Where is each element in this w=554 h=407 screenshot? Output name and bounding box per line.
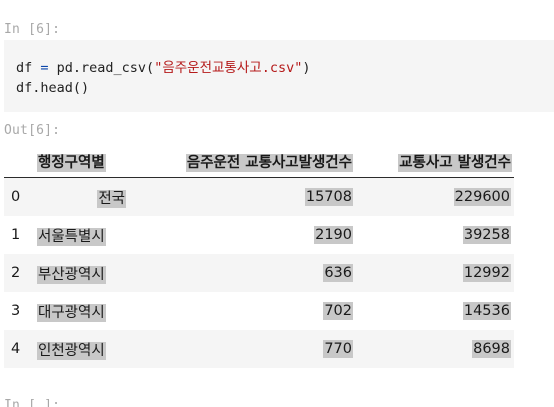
row-index: 1 — [11, 227, 21, 243]
row-index: 4 — [4, 330, 34, 368]
table-row: 1 서울특별시 2190 39258 — [4, 216, 514, 254]
header-drunk-accidents: 음주운전 교통사고발생건수 — [129, 145, 355, 178]
row-index: 2 — [4, 254, 34, 292]
table-header-row: 행정구역별 음주운전 교통사고발생건수 교통사고 발생건수 — [4, 145, 514, 178]
row-drunk-count: 770 — [129, 330, 355, 368]
header-drunk-label: 음주운전 교통사고발생건수 — [185, 153, 353, 172]
row-region: 대구광역시 — [37, 303, 106, 322]
output-prompt: Out[6]: — [4, 123, 61, 138]
header-total-accidents: 교통사고 발생건수 — [355, 145, 514, 178]
table-row: 2 부산광역시 636 12992 — [4, 254, 514, 292]
table-row: 3 대구광역시 702 14536 — [4, 292, 514, 330]
row-drunk-count: 15708 — [129, 177, 355, 216]
code-line-2: df.head() — [16, 80, 90, 96]
row-region: 서울특별시 — [37, 227, 106, 246]
table-row: 0 전국 15708 229600 — [4, 177, 514, 216]
code-call: pd.read_csv( — [56, 60, 155, 76]
header-index — [4, 145, 34, 178]
row-total-count: 8698 — [355, 330, 514, 368]
table-row: 4 인천광역시 770 8698 — [4, 330, 514, 368]
code-variable: df — [16, 60, 33, 76]
code-close-paren: ) — [302, 60, 311, 76]
header-region: 행정구역별 — [34, 145, 129, 178]
row-drunk-count: 636 — [129, 254, 355, 292]
input-prompt: In [6]: — [4, 22, 61, 37]
row-total-count: 14536 — [462, 302, 511, 320]
header-region-label: 행정구역별 — [37, 153, 106, 172]
code-line-1: df = pd.read_csv("음주운전교통사고.csv") — [16, 58, 554, 78]
row-drunk-count: 2190 — [314, 226, 353, 244]
row-drunk-count: 702 — [323, 302, 353, 320]
row-index: 3 — [11, 303, 21, 319]
row-total-count: 229600 — [355, 177, 514, 216]
row-index: 0 — [4, 177, 34, 216]
row-region: 부산광역시 — [34, 254, 129, 292]
row-total-count: 39258 — [462, 226, 511, 244]
row-region: 인천광역시 — [34, 330, 129, 368]
code-string: "음주운전교통사고.csv" — [154, 60, 303, 76]
row-total-count: 12992 — [355, 254, 514, 292]
code-operator: = — [32, 60, 57, 76]
header-total-label: 교통사고 발생건수 — [398, 153, 512, 172]
code-cell[interactable]: df = pd.read_csv("음주운전교통사고.csv") df.head… — [4, 40, 554, 112]
dataframe-table: 행정구역별 음주운전 교통사고발생건수 교통사고 발생건수 0 전국 15708… — [4, 145, 514, 368]
next-input-prompt: In [ ]: — [4, 398, 61, 407]
row-region: 전국 — [34, 177, 129, 216]
